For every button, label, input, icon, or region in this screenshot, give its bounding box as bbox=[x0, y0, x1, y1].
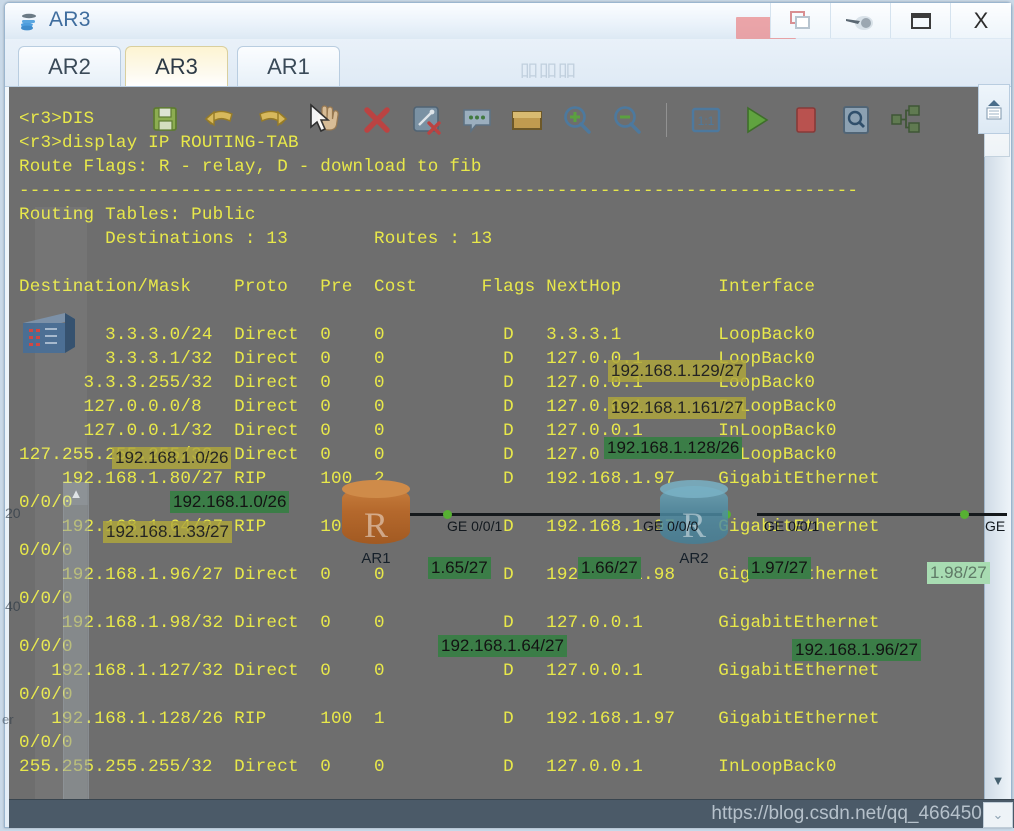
cli-terminal[interactable]: <r3>DIS <r3>display IP ROUTING-TAB Route… bbox=[9, 87, 985, 799]
annotation-green: 192.168.1.64/27 bbox=[438, 635, 567, 657]
annotation-green: 1.65/27 bbox=[428, 557, 491, 579]
cut-link-icon[interactable] bbox=[410, 103, 444, 137]
tab-label: AR2 bbox=[48, 53, 91, 79]
annotation-yellow: 192.168.1.0/26 bbox=[112, 447, 232, 469]
svg-text:1:1: 1:1 bbox=[698, 114, 715, 128]
tabstrip-watermark-text: 吅吅吅 bbox=[520, 61, 577, 81]
annotation-green: 192.168.1.0/26 bbox=[170, 491, 290, 513]
annotation-green-pale: 1.98/27 bbox=[927, 562, 990, 584]
title-bar: AR3 X bbox=[5, 3, 1011, 40]
mouse-pointer-tool-icon[interactable] bbox=[830, 3, 891, 38]
capture-search-icon[interactable] bbox=[839, 103, 873, 137]
annotation-yellow: 192.168.1.161/27 bbox=[608, 397, 747, 419]
zoom-out-icon[interactable] bbox=[610, 103, 644, 137]
redo-arrow-icon[interactable] bbox=[254, 103, 288, 137]
annotation-yellow: 192.168.1.129/27 bbox=[608, 360, 747, 382]
tab-ar3[interactable]: AR3 bbox=[125, 46, 228, 86]
window-title: AR3 bbox=[49, 8, 91, 31]
panel-toggle-button[interactable] bbox=[978, 84, 1010, 134]
toolbar-divider bbox=[666, 103, 667, 137]
annotation-green: 192.168.1.96/27 bbox=[792, 639, 921, 661]
close-window-button[interactable]: X bbox=[950, 3, 1011, 38]
scroll-up-arrow-icon[interactable]: ▲ bbox=[64, 483, 88, 503]
tab-label: AR3 bbox=[155, 53, 198, 79]
ensp-toolbar: 1:1 bbox=[310, 96, 923, 144]
annotation-green: 192.168.1.128/26 bbox=[604, 437, 743, 459]
save-icon[interactable] bbox=[150, 103, 184, 137]
comment-bubble-icon[interactable] bbox=[460, 103, 494, 137]
ensp-router-icon bbox=[18, 10, 42, 34]
topology-tree-icon[interactable] bbox=[889, 103, 923, 137]
status-bar: https://blog.csdn.net/qq_46645019 ⌄ bbox=[9, 799, 1014, 828]
background-number-40: 40 bbox=[5, 598, 21, 614]
annotation-green: 1.66/27 bbox=[578, 557, 641, 579]
background-panel-scroll-thumb[interactable] bbox=[64, 505, 88, 799]
annotation-yellow: 192.168.1.33/27 bbox=[103, 521, 232, 543]
tab-ar1[interactable]: AR1 bbox=[237, 46, 340, 86]
undo-arrow-icon[interactable] bbox=[202, 103, 236, 137]
ensp-toolbar-left-group bbox=[150, 96, 340, 144]
zoom-actual-size-icon[interactable]: 1:1 bbox=[689, 103, 723, 137]
start-play-icon[interactable] bbox=[739, 103, 773, 137]
scroll-down-arrow-icon[interactable]: ▼ bbox=[986, 769, 1010, 791]
stop-icon[interactable] bbox=[789, 103, 823, 137]
background-word: er bbox=[2, 712, 14, 727]
background-number-20: 20 bbox=[5, 505, 21, 521]
annotation-green: 1.97/27 bbox=[748, 557, 811, 579]
select-pointer-icon[interactable] bbox=[306, 103, 340, 137]
terminal-vertical-scrollbar[interactable] bbox=[984, 87, 1011, 799]
csdn-watermark: https://blog.csdn.net/qq_46645019 bbox=[711, 803, 1003, 824]
tab-ar2[interactable]: AR2 bbox=[18, 46, 121, 86]
network-device-icon bbox=[19, 309, 77, 361]
device-tab-strip: AR2 AR3 AR1 吅吅吅 bbox=[5, 39, 1011, 87]
corner-resize-handle[interactable]: ⌄ bbox=[983, 802, 1013, 828]
minimize-window-button[interactable] bbox=[890, 3, 951, 38]
note-rectangle-icon[interactable] bbox=[510, 103, 544, 137]
restore-window-button[interactable] bbox=[770, 3, 831, 38]
delete-x-icon[interactable] bbox=[360, 103, 394, 137]
tab-label: AR1 bbox=[267, 53, 310, 79]
zoom-in-icon[interactable] bbox=[560, 103, 594, 137]
